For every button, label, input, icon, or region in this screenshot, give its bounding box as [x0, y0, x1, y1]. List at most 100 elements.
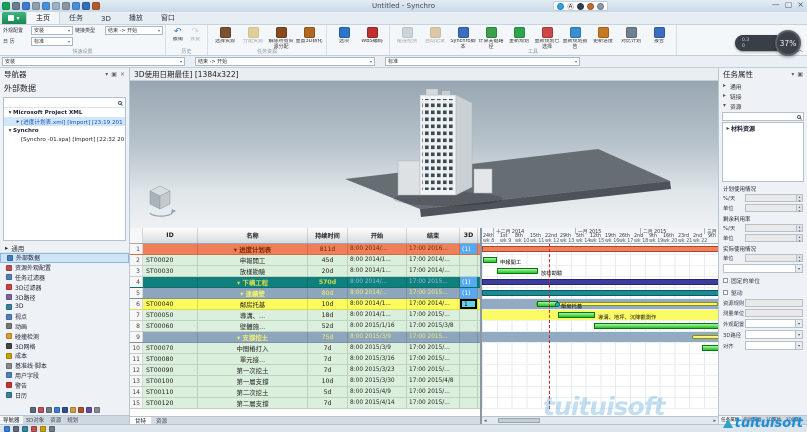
synchro-logo-icon[interactable]: [2, 2, 10, 10]
gantt-bar[interactable]: [497, 268, 538, 274]
sidebar-item-task-filters[interactable]: 任务过滤器: [0, 273, 129, 283]
table-row[interactable]: 11ST00080單元接...7d8:00 2015/3/1617:00 201…: [130, 354, 480, 365]
sidebar-item-3d[interactable]: 3D: [0, 302, 129, 312]
cell-3d[interactable]: [460, 376, 478, 386]
tree-item-ms-project-xml[interactable]: ▾Microsoft Project XML: [4, 108, 125, 117]
sidebar-item-3d-paths[interactable]: 3D路径: [0, 292, 129, 302]
table-row[interactable]: 10ST00070中間樁打入7d8:00 2015/3/917:00 2015/…: [130, 343, 480, 354]
cell-3d[interactable]: [460, 365, 478, 375]
link-type-select[interactable]: 结束 -> 开始▾: [195, 57, 375, 66]
maximize-button[interactable]: ▢: [785, 0, 793, 9]
checkbox-driving[interactable]: 驱动: [719, 286, 807, 298]
sidebar-item-external-data[interactable]: 外部数据: [0, 253, 129, 263]
column-header-0[interactable]: ID: [143, 228, 198, 243]
sidebar-item-3d-filters[interactable]: 3D过滤器: [0, 282, 129, 292]
field-input[interactable]: ▴▾: [745, 234, 803, 242]
props-section-links[interactable]: ▸链接: [719, 91, 807, 101]
props-section-resources[interactable]: ▾资源: [719, 101, 807, 111]
sidebar-item-user-fields[interactable]: 用户字段: [0, 371, 129, 381]
file-menu-button[interactable]: ▾: [2, 12, 26, 24]
save-icon[interactable]: [22, 2, 30, 10]
sidebar-item-resource-appearance-profiles[interactable]: 资源外观配置: [0, 263, 129, 273]
column-header-4[interactable]: 结束: [407, 228, 460, 243]
messenger-icon[interactable]: [557, 3, 564, 10]
undo-button[interactable]: ↶ 撤销: [171, 27, 185, 43]
table-row[interactable]: 3ST00030放樣勘驗20d8:00 2014/1...17:00 2014/…: [130, 266, 480, 277]
sidebar-item-calendars[interactable]: 日历: [0, 390, 129, 400]
options-wbs-code-button[interactable]: WBS编码: [358, 26, 386, 45]
column-header-5[interactable]: 3D: [460, 228, 478, 243]
props-pin-icon[interactable]: ▣: [797, 71, 803, 78]
window-layout-icon[interactable]: [82, 2, 90, 10]
field-input[interactable]: ▴▾: [745, 204, 803, 212]
tools-update-progress-button[interactable]: 更新进度: [589, 26, 617, 50]
tree-item-schedule-xml[interactable]: ▸[进度计划表.xml] [Import] [23:19 201: [4, 117, 125, 126]
rotate-icon[interactable]: [31, 426, 37, 432]
calendar-select[interactable]: 标准▾: [385, 57, 580, 66]
table-row[interactable]: 5▾ 連續壁80d8:00 2014/...17:00 2015...(1): [130, 288, 480, 299]
3d-viewport[interactable]: [130, 81, 718, 228]
spinner-icon[interactable]: ▴▾: [796, 255, 802, 261]
select-mode-icon[interactable]: [4, 426, 10, 432]
grid-toggle-icon[interactable]: [49, 426, 55, 432]
table-row[interactable]: 8ST00060壁體施...52d8:00 2015/1/1617:00 201…: [130, 321, 480, 332]
3d-path-select[interactable]: ▾: [745, 330, 803, 339]
gear-icon[interactable]: [597, 3, 604, 10]
ribbon-tab-window[interactable]: 窗口: [152, 11, 184, 24]
table-row[interactable]: 7ST00050導溝、...18d8:00 2014/1...17:00 201…: [130, 310, 480, 321]
table-tab-gantt[interactable]: 甘特: [130, 417, 151, 424]
navigator-menu-icon[interactable]: ▾: [105, 71, 108, 78]
cell-3d[interactable]: [460, 266, 478, 276]
field-input[interactable]: ▴▾: [745, 254, 803, 262]
print-icon[interactable]: [32, 2, 40, 10]
tools-report-button[interactable]: 报告: [645, 26, 673, 50]
navigator-pin-icon[interactable]: ▣: [111, 71, 117, 78]
minimize-button[interactable]: —: [772, 0, 780, 9]
resource-filter-input[interactable]: [722, 112, 804, 121]
panel-tab-resources[interactable]: 资源: [47, 416, 64, 424]
summary-bracket-bar[interactable]: [692, 335, 718, 339]
sidebar-item-warnings[interactable]: 警告: [0, 380, 129, 390]
gantt-bar[interactable]: [702, 345, 718, 351]
heart-icon[interactable]: [38, 407, 44, 413]
measure-icon[interactable]: [40, 426, 46, 432]
cell-3d[interactable]: 1: [460, 299, 478, 309]
redo-icon[interactable]: [52, 2, 60, 10]
field-input[interactable]: ▴▾: [745, 194, 803, 202]
cell-3d[interactable]: (1): [460, 244, 478, 254]
taskres-select-resources-button[interactable]: 选择资源: [211, 26, 239, 50]
tools-synchro-script-button[interactable]: Synchro脚本: [449, 26, 477, 50]
column-header-1[interactable]: 名称: [198, 228, 308, 243]
gantt-bar[interactable]: [558, 312, 595, 318]
calendar-select[interactable]: 标准▾: [31, 37, 73, 46]
language-icon[interactable]: A: [567, 3, 574, 10]
tree-item-synchro-sp[interactable]: [Synchro -01.spa] [Import] [22:32 20: [4, 135, 125, 144]
tools-reschedule-selected-button[interactable]: 重新规划已选择: [533, 26, 561, 50]
appearance-profile-select[interactable]: 安装▾: [2, 57, 185, 66]
table-row[interactable]: 1▾ 进度计划表811d8:00 2014/...17:00 2016...(1…: [130, 244, 480, 255]
tools-critical-path-button[interactable]: 计算关键路径: [477, 26, 505, 50]
sidebar-item-animations[interactable]: 动画: [0, 322, 129, 332]
theme-icon[interactable]: [587, 3, 594, 10]
scrollbar-thumb[interactable]: [498, 418, 540, 423]
menu-icon[interactable]: [12, 2, 20, 10]
gantt-bar[interactable]: [483, 257, 497, 263]
sidebar-item-3d-grids[interactable]: 3D网格: [0, 341, 129, 351]
spinner-icon[interactable]: ▴▾: [796, 225, 802, 231]
appearance-profile-select[interactable]: ▾: [745, 319, 803, 328]
options-options-button[interactable]: 选项: [330, 26, 358, 45]
cell-3d[interactable]: [460, 310, 478, 320]
scroll-left-icon[interactable]: ◂: [484, 417, 487, 424]
cell-3d[interactable]: [460, 398, 478, 408]
table-row[interactable]: 15ST00120第二層支撐7d8:00 2015/4/1417:00 2015…: [130, 398, 480, 409]
column-header-2[interactable]: 持续时间: [308, 228, 348, 243]
cell-3d[interactable]: [460, 354, 478, 364]
pan-icon[interactable]: [13, 426, 19, 432]
sound-icon[interactable]: [86, 407, 92, 413]
taskres-reset-3d-button[interactable]: 重置3D转化: [295, 26, 323, 50]
gantt-bar[interactable]: [482, 290, 718, 296]
zoom-icon[interactable]: [22, 426, 28, 432]
ribbon-tab-task[interactable]: 任务: [60, 11, 92, 24]
gantt-bar[interactable]: [482, 246, 718, 252]
brush-icon[interactable]: [70, 407, 76, 413]
